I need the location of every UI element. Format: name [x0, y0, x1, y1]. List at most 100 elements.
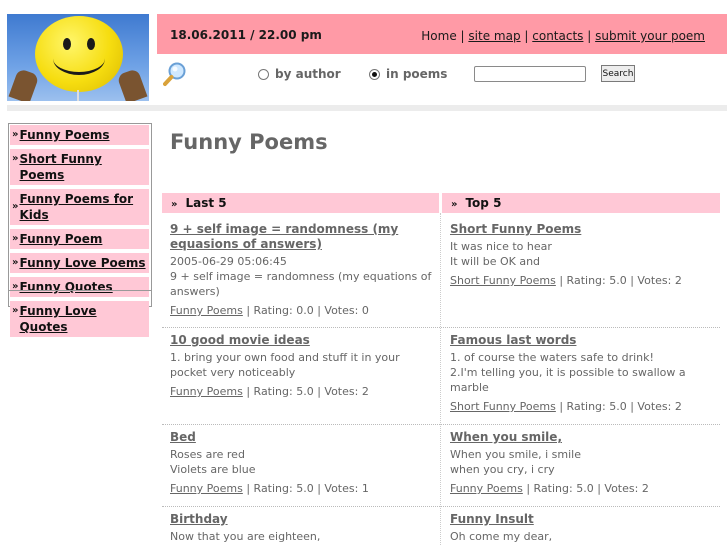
header-date: 18.06.2011 / 22.00 pm — [170, 28, 322, 42]
bullet-icon: » — [12, 129, 19, 140]
smile-mouth — [53, 42, 105, 75]
poem-title-link[interactable]: Bed — [170, 430, 196, 445]
bullet-icon: » — [12, 257, 19, 268]
column-header-top-5: » Top 5 — [442, 193, 720, 213]
poem-line: Now that you are eighteen, — [170, 530, 321, 543]
sidebar-item-label[interactable]: Funny Love Quotes — [19, 303, 147, 335]
search-input[interactable] — [474, 66, 586, 82]
sidebar-item-label[interactable]: Funny Poem — [19, 231, 102, 247]
poem-line: Violets are blue — [170, 463, 256, 476]
row-divider — [441, 424, 720, 425]
bullet-icon: » — [12, 281, 19, 292]
sidebar-item-funny-quotes[interactable]: » Funny Quotes — [10, 277, 149, 297]
poem-meta: Funny Poems | Rating: 5.0 | Votes: 2 — [170, 384, 438, 399]
poem-title-link[interactable]: 9 + self image = randomness (my equasion… — [170, 222, 438, 252]
nav-contacts-link[interactable]: contacts — [532, 29, 583, 43]
header-bar: 18.06.2011 / 22.00 pm Home | site map | … — [157, 14, 727, 54]
sidebar-menu: » Funny Poems » Short Funny Poems » Funn… — [10, 125, 149, 341]
sidebar-item-funny-poems-for-kids[interactable]: » Funny Poems for Kids — [10, 189, 149, 225]
poem-line: 2005-06-29 05:06:45 — [170, 255, 287, 268]
poem-category-link[interactable]: Funny Poems — [170, 385, 243, 398]
search-in-poems-option[interactable]: in poems — [369, 67, 447, 81]
poem-category-link[interactable]: Short Funny Poems — [450, 400, 556, 413]
poem-title-link[interactable]: Birthday — [170, 512, 228, 527]
poem-meta: Funny Poems | Rating: 5.0 | Votes: 2 — [450, 481, 718, 496]
sidebar-item-short-funny-poems[interactable]: » Short Funny Poems — [10, 149, 149, 185]
sidebar-item-label[interactable]: Funny Quotes — [19, 279, 112, 295]
nav-home-link[interactable]: Home — [421, 29, 456, 43]
sidebar-item-funny-love-quotes[interactable]: » Funny Love Quotes — [10, 301, 149, 337]
poem-entry: When you smile, When you smile, i smile … — [450, 430, 718, 496]
search-by-author-option[interactable]: by author — [258, 67, 341, 81]
poem-title-link[interactable]: When you smile, — [450, 430, 562, 445]
poem-title-link[interactable]: Famous last words — [450, 333, 576, 348]
column-header-last-5: » Last 5 — [162, 193, 439, 213]
poem-rating: | Rating: 5.0 | Votes: 2 — [522, 482, 649, 495]
poem-line: It will be OK and — [450, 255, 541, 268]
magnifier-icon — [163, 62, 186, 86]
poem-meta: Funny Poems | Rating: 0.0 | Votes: 0 — [170, 303, 438, 318]
row-divider — [162, 327, 440, 328]
radio-button-selected[interactable] — [369, 68, 380, 80]
poem-meta: Short Funny Poems | Rating: 5.0 | Votes:… — [450, 273, 718, 288]
poem-line: 9 + self image = randomness (my equation… — [170, 270, 432, 298]
column-header-label: Top 5 — [465, 196, 502, 210]
poem-category-link[interactable]: Funny Poems — [450, 482, 523, 495]
poem-title-link[interactable]: Short Funny Poems — [450, 222, 581, 237]
sidebar-item-label[interactable]: Funny Love Poems — [19, 255, 145, 271]
bullet-icon: » — [451, 199, 458, 210]
row-divider — [162, 424, 440, 425]
bullet-icon: » — [12, 233, 19, 244]
poem-entry: Funny Insult Oh come my dear, — [450, 512, 718, 544]
bullet-icon: » — [12, 153, 19, 164]
balloon-string — [77, 90, 79, 101]
poem-entry: Bed Roses are red Violets are blue Funny… — [170, 430, 438, 496]
poem-line: 1. of course the waters safe to drink! — [450, 351, 654, 364]
sidebar-item-funny-love-poems[interactable]: » Funny Love Poems — [10, 253, 149, 273]
poem-line: It was nice to hear — [450, 240, 552, 253]
sidebar-item-funny-poem[interactable]: » Funny Poem — [10, 229, 149, 249]
poem-line: when you cry, i cry — [450, 463, 555, 476]
poem-rating: | Rating: 5.0 | Votes: 2 — [555, 274, 682, 287]
sidebar-item-funny-poems[interactable]: » Funny Poems — [10, 125, 149, 145]
page-title: Funny Poems — [170, 130, 328, 154]
poem-entry: 10 good movie ideas 1. bring your own fo… — [170, 333, 438, 399]
poem-line: 2.I'm telling you, it is possible to swa… — [450, 366, 686, 394]
sidebar-item-label[interactable]: Short Funny Poems — [19, 151, 147, 183]
poem-entry: 9 + self image = randomness (my equasion… — [170, 222, 438, 318]
column-header-label: Last 5 — [185, 196, 227, 210]
poem-category-link[interactable]: Funny Poems — [170, 482, 243, 495]
left-hand — [8, 68, 40, 101]
poem-line: 1. bring your own food and stuff it in y… — [170, 351, 400, 379]
poem-title-link[interactable]: Funny Insult — [450, 512, 534, 527]
nav-submit-poem-link[interactable]: submit your poem — [595, 29, 705, 43]
row-divider — [441, 327, 720, 328]
poem-category-link[interactable]: Short Funny Poems — [450, 274, 556, 287]
poem-meta: Short Funny Poems | Rating: 5.0 | Votes:… — [450, 399, 718, 414]
radio-button[interactable] — [258, 68, 269, 80]
poem-line: Roses are red — [170, 448, 245, 461]
sidebar-item-label[interactable]: Funny Poems for Kids — [19, 191, 147, 223]
poem-entry: Birthday Now that you are eighteen, — [170, 512, 438, 544]
bullet-icon: » — [171, 199, 178, 210]
header-divider — [7, 105, 727, 111]
sidebar-item-label[interactable]: Funny Poems — [19, 127, 109, 143]
row-divider — [441, 506, 720, 507]
row-divider — [162, 506, 440, 507]
poem-line: Oh come my dear, — [450, 530, 553, 543]
poem-title-link[interactable]: 10 good movie ideas — [170, 333, 310, 348]
poem-rating: | Rating: 5.0 | Votes: 2 — [242, 385, 369, 398]
poem-rating: | Rating: 5.0 | Votes: 2 — [555, 400, 682, 413]
search-button[interactable]: Search — [601, 65, 635, 82]
poem-entry: Famous last words 1. of course the water… — [450, 333, 718, 414]
column-divider — [440, 213, 441, 545]
poem-line: When you smile, i smile — [450, 448, 581, 461]
site-logo-smiley-balloon[interactable] — [7, 14, 149, 101]
nav-site-map-link[interactable]: site map — [468, 29, 520, 43]
poem-category-link[interactable]: Funny Poems — [170, 304, 243, 317]
radio-label: by author — [275, 67, 341, 81]
sidebar-divider — [9, 290, 151, 291]
right-hand — [116, 68, 148, 101]
nav-separator: | — [524, 29, 529, 43]
smiley-face — [35, 16, 123, 92]
